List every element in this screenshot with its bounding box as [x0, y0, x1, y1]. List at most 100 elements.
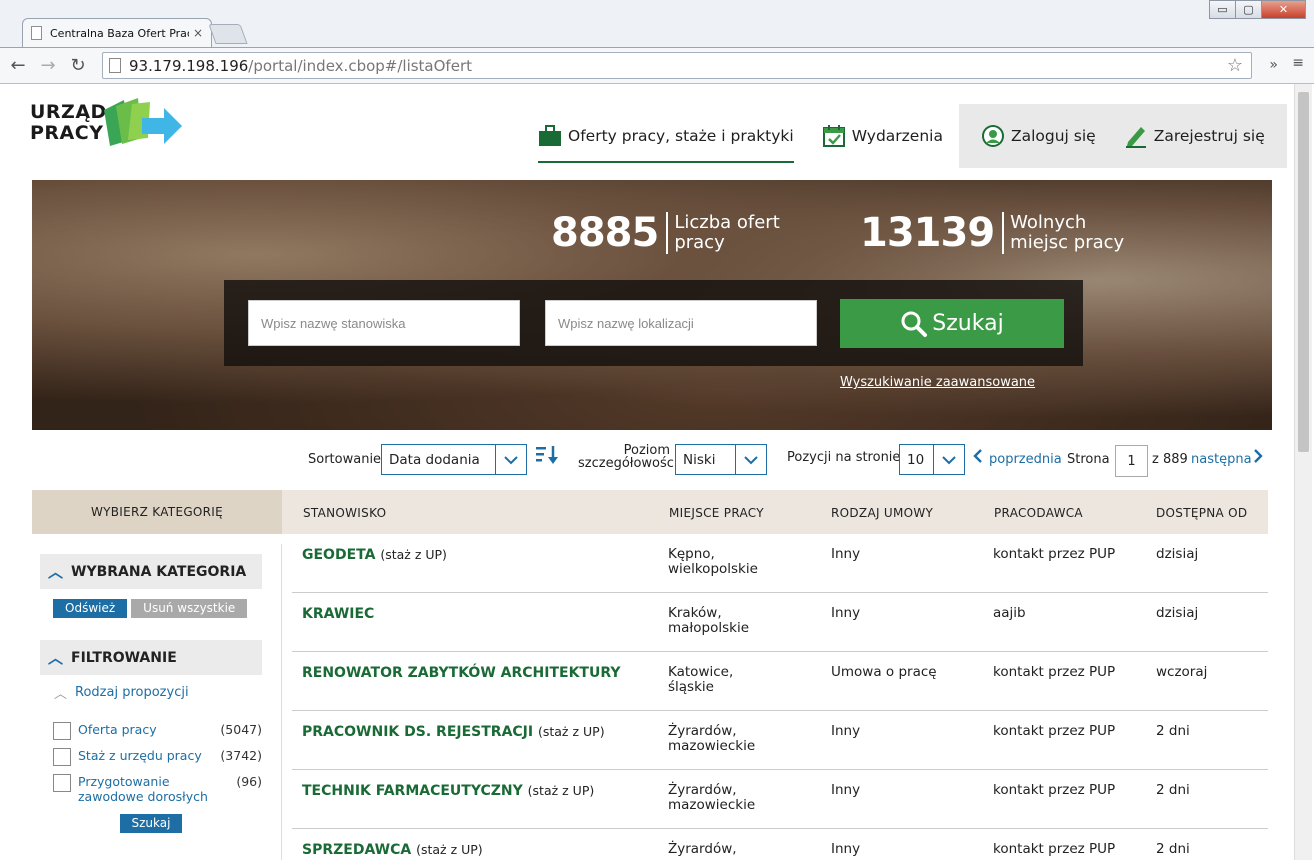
new-tab-button[interactable]: [208, 24, 248, 44]
logo[interactable]: URZĄD PRACY: [30, 98, 190, 150]
advanced-search-link[interactable]: Wyszukiwanie zaawansowane: [840, 375, 1035, 390]
location-cell: Kępno, wielkopolskie: [668, 547, 758, 577]
selected-category-section[interactable]: ︿ WYBRANA KATEGORIA: [40, 554, 262, 589]
option-adult-training[interactable]: Przygotowanie zawodowe dorosłych (96): [53, 774, 262, 810]
job-title-link[interactable]: PRACOWNIK DS. REJESTRACJI: [302, 724, 533, 740]
available-cell: dzisiaj: [1156, 605, 1199, 621]
location-city: Kraków,: [668, 605, 722, 621]
page-total: z 889: [1152, 452, 1188, 467]
minimize-button[interactable]: ▭: [1209, 0, 1236, 19]
scrollbar[interactable]: [1294, 84, 1312, 860]
table-header: WYBIERZ KATEGORIĘ STANOWISKO MIEJSCE PRA…: [32, 490, 1268, 534]
job-title-link[interactable]: GEODETA: [302, 547, 375, 563]
table-row[interactable]: GEODETA (staż z UP) Kępno, wielkopolskie In…: [292, 534, 1268, 593]
chevron-up-icon: ︿: [54, 687, 68, 702]
job-title-cell[interactable]: SPRZEDAWCA (staż z UP): [302, 842, 652, 858]
chevron-left-icon[interactable]: [973, 448, 983, 468]
job-title-cell[interactable]: RENOWATOR ZABYTKÓW ARCHITEKTURY: [302, 665, 652, 681]
position-search-input[interactable]: Wpisz nazwę stanowiska: [248, 300, 520, 346]
browser-tab[interactable]: Centralna Baza Ofert Prac ×: [22, 18, 212, 47]
job-title-cell[interactable]: GEODETA (staż z UP): [302, 547, 652, 563]
tab-close-icon[interactable]: ×: [193, 26, 203, 40]
register-link[interactable]: Zarejestruj się: [1110, 104, 1279, 168]
table-row[interactable]: RENOWATOR ZABYTKÓW ARCHITEKTURY Katowice…: [292, 652, 1268, 711]
detail-level-select[interactable]: Niski: [675, 444, 767, 475]
location-cell: Żyrardów, mazowieckie: [668, 724, 755, 754]
header-employer: PRACODAWCA: [994, 506, 1083, 520]
offers-label-line-1: Liczba ofert: [674, 212, 780, 233]
page-content: URZĄD PRACY Oferty pracy, staże i prakty…: [0, 84, 1292, 860]
login-link[interactable]: Zaloguj się: [967, 104, 1110, 168]
page-number-input[interactable]: 1: [1115, 445, 1148, 477]
sidebar-search-button[interactable]: Szukaj: [119, 814, 183, 833]
job-title-cell[interactable]: KRAWIEC: [302, 606, 652, 622]
forward-icon[interactable]: →: [36, 54, 60, 78]
location-city: Żyrardów,: [668, 841, 737, 857]
search-button[interactable]: Szukaj: [840, 299, 1064, 348]
places-stat: 13139 Wolnych miejsc pracy: [860, 210, 1124, 256]
sort-select[interactable]: Data dodania: [381, 444, 527, 475]
next-page-link[interactable]: następna: [1191, 452, 1252, 467]
option-count: (96): [236, 774, 262, 789]
category-header[interactable]: WYBIERZ KATEGORIĘ: [32, 490, 282, 534]
places-label-line-2: miejsc pracy: [1010, 232, 1125, 253]
header-contract: RODZAJ UMOWY: [831, 506, 934, 520]
remove-all-button[interactable]: Usuń wszystkie: [131, 599, 248, 618]
option-label: Staż z urzędu pracy: [78, 748, 202, 763]
option-label: Oferta pracy: [78, 722, 157, 737]
extensions-icon[interactable]: »: [1269, 57, 1278, 73]
per-page-select[interactable]: 10: [899, 444, 965, 475]
location-city: Żyrardów,: [668, 723, 737, 739]
category-actions: Odśwież Usuń wszystkie: [40, 599, 262, 618]
location-region: małopolskie: [668, 620, 750, 636]
register-label: Zarejestruj się: [1153, 127, 1265, 145]
bookmark-star-icon[interactable]: ☆: [1227, 55, 1243, 76]
menu-icon[interactable]: ≡: [1292, 55, 1304, 71]
sort-order-icon[interactable]: [535, 444, 559, 470]
proposal-type-group[interactable]: ︿ Rodzaj propozycji: [40, 683, 262, 702]
table-row[interactable]: KRAWIEC Kraków, małopolskie Inny aajib dzisi…: [292, 593, 1268, 652]
checkbox[interactable]: [53, 722, 71, 740]
table-row[interactable]: PRACOWNIK DS. REJESTRACJI (staż z UP) Żyr…: [292, 711, 1268, 770]
table-row[interactable]: SPRZEDAWCA (staż z UP) Żyrardów, Inny konta…: [292, 829, 1268, 860]
maximize-button[interactable]: ▢: [1235, 0, 1262, 19]
url-path: /portal/index.cbop#/listaOfert: [248, 56, 472, 75]
employer-cell: kontakt przez PUP: [993, 664, 1116, 680]
job-title-link[interactable]: SPRZEDAWCA: [302, 842, 411, 858]
offers-label: Liczba ofert pracy: [674, 213, 779, 253]
option-count: (5047): [220, 722, 262, 737]
contract-cell: Inny: [831, 782, 861, 798]
location-city: Kępno,: [668, 546, 715, 562]
chevron-right-icon[interactable]: [1253, 448, 1263, 468]
job-title-link[interactable]: TECHNIK FARMACEUTYCZNY: [302, 783, 523, 799]
address-bar[interactable]: 93.179.198.196/portal/index.cbop#/listaO…: [102, 52, 1252, 79]
location-region: wielkopolskie: [668, 561, 758, 577]
offers-stat: 8885 Liczba ofert pracy: [551, 210, 780, 256]
close-window-button[interactable]: ✕: [1261, 0, 1306, 19]
prev-page-link[interactable]: poprzednia: [989, 452, 1062, 467]
nav-offers[interactable]: Oferty pracy, staże i praktyki: [524, 104, 808, 168]
option-job-offer[interactable]: Oferta pracy (5047): [53, 722, 262, 748]
filter-section[interactable]: ︿ FILTROWANIE: [40, 640, 262, 675]
option-count: (3742): [220, 748, 262, 763]
job-title-link[interactable]: RENOWATOR ZABYTKÓW ARCHITEKTURY: [302, 665, 621, 681]
sort-select-value: Data dodania: [389, 451, 480, 468]
user-circle-icon: [981, 124, 1005, 148]
scrollbar-thumb[interactable]: [1298, 92, 1309, 452]
reload-icon[interactable]: ↻: [66, 54, 90, 78]
refresh-button[interactable]: Odśwież: [53, 599, 128, 618]
table-row[interactable]: TECHNIK FARMACEUTYCZNY (staż z UP) Żyrard…: [292, 770, 1268, 829]
location-search-input[interactable]: Wpisz nazwę lokalizacji: [545, 300, 817, 346]
job-title-link[interactable]: KRAWIEC: [302, 606, 374, 622]
checkbox[interactable]: [53, 774, 71, 792]
job-title-cell[interactable]: PRACOWNIK DS. REJESTRACJI (staż z UP): [302, 724, 652, 740]
available-cell: 2 dni: [1156, 841, 1190, 857]
job-note: (staż z UP): [527, 783, 595, 798]
checkbox[interactable]: [53, 748, 71, 766]
back-icon[interactable]: ←: [6, 54, 30, 78]
stat-divider: [1002, 212, 1005, 254]
nav-events[interactable]: Wydarzenia: [808, 104, 957, 168]
option-internship[interactable]: Staż z urzędu pracy (3742): [53, 748, 262, 774]
main-navigation: Oferty pracy, staże i praktyki Wydarzeni…: [524, 104, 1287, 168]
job-title-cell[interactable]: TECHNIK FARMACEUTYCZNY (staż z UP): [302, 783, 652, 799]
